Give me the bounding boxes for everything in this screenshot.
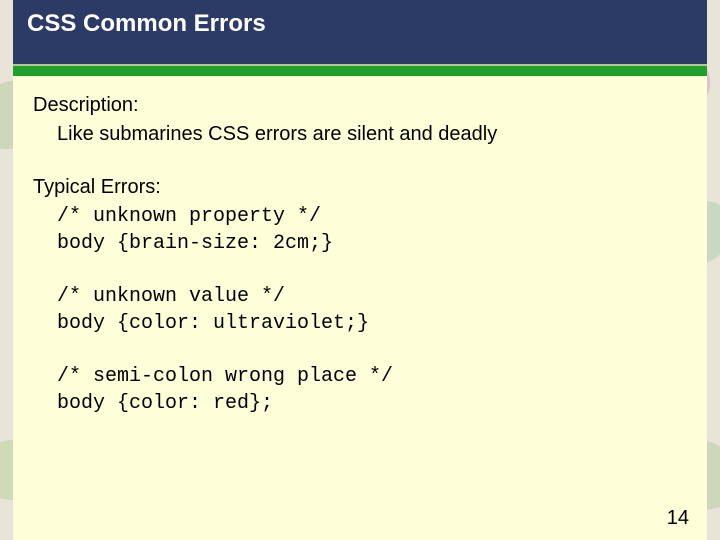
error-comment: /* semi-colon wrong place */ [57, 363, 687, 390]
header-bar: CSS Common Errors [13, 0, 707, 64]
page-number: 14 [667, 507, 689, 530]
errors-block: Typical Errors: /* unknown property */ b… [33, 174, 687, 257]
error-comment: /* unknown property */ [57, 203, 687, 230]
error-comment: /* unknown value */ [57, 283, 687, 310]
error-code: body {color: ultraviolet;} [57, 310, 687, 337]
errors-label: Typical Errors: [33, 174, 687, 201]
description-label: Description: [33, 92, 687, 119]
errors-block: /* unknown value */ body {color: ultravi… [33, 283, 687, 337]
description-block: Description: Like submarines CSS errors … [33, 92, 687, 148]
errors-block: /* semi-colon wrong place */ body {color… [33, 363, 687, 417]
description-text: Like submarines CSS errors are silent an… [57, 121, 687, 148]
error-code: body {color: red}; [57, 390, 687, 417]
slide: CSS Common Errors Description: Like subm… [13, 0, 707, 540]
slide-content: Description: Like submarines CSS errors … [13, 76, 707, 417]
error-code: body {brain-size: 2cm;} [57, 230, 687, 257]
slide-title: CSS Common Errors [27, 10, 693, 38]
accent-bar [13, 64, 707, 76]
